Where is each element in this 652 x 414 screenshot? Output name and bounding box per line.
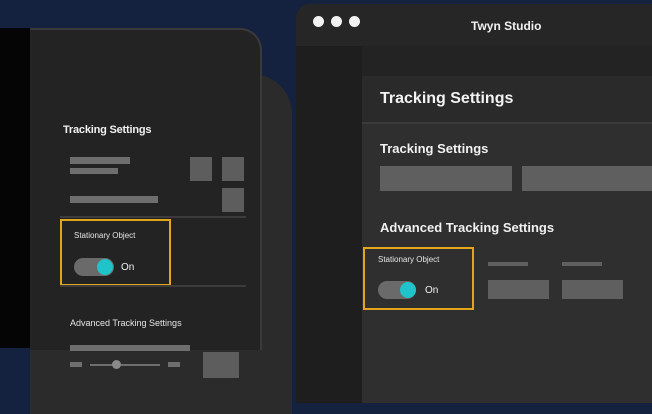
slider-max-marker <box>168 362 180 367</box>
field-label-placeholder <box>562 262 602 266</box>
tracking-input-field[interactable] <box>380 166 512 191</box>
mobile-placeholder-line <box>70 157 130 164</box>
mobile-placeholder-line <box>70 345 190 351</box>
mobile-placeholder-box[interactable] <box>203 352 239 378</box>
field-label-placeholder <box>488 262 528 266</box>
toggle-knob <box>400 282 416 298</box>
toggle-knob <box>97 259 113 275</box>
stationary-label: Stationary Object <box>378 255 440 264</box>
mobile-placeholder-box[interactable] <box>190 157 212 181</box>
device-bezel <box>0 28 30 348</box>
mobile-page-title: Tracking Settings <box>63 124 152 136</box>
mobile-placeholder-line <box>70 168 118 174</box>
window-sidebar <box>296 46 362 403</box>
mobile-placeholder-line <box>70 196 158 203</box>
window-control-dot[interactable] <box>313 16 324 27</box>
settings-page-title: Tracking Settings <box>380 90 514 107</box>
app-title: Twyn Studio <box>471 19 542 33</box>
mobile-divider <box>60 285 246 287</box>
advanced-input-field[interactable] <box>562 280 623 299</box>
window-control-dot[interactable] <box>349 16 360 27</box>
mobile-toggle-state: On <box>121 262 135 273</box>
mobile-stationary-label: Stationary Object <box>74 231 136 240</box>
tracking-input-field[interactable] <box>522 166 652 191</box>
window-control-dot[interactable] <box>331 16 342 27</box>
mobile-stationary-highlight <box>60 219 171 286</box>
mobile-placeholder-box[interactable] <box>222 188 244 212</box>
tracking-section-title: Tracking Settings <box>380 141 489 156</box>
mobile-placeholder-box[interactable] <box>222 157 244 181</box>
toggle-state: On <box>425 285 439 296</box>
advanced-section-title: Advanced Tracking Settings <box>380 220 555 235</box>
mobile-divider <box>60 216 246 218</box>
settings-panel <box>362 76 652 403</box>
mobile-advanced-label: Advanced Tracking Settings <box>70 318 182 328</box>
advanced-input-field[interactable] <box>488 280 549 299</box>
slider-thumb[interactable] <box>112 360 121 369</box>
slider-track[interactable] <box>90 364 160 366</box>
slider-min-marker <box>70 362 82 367</box>
